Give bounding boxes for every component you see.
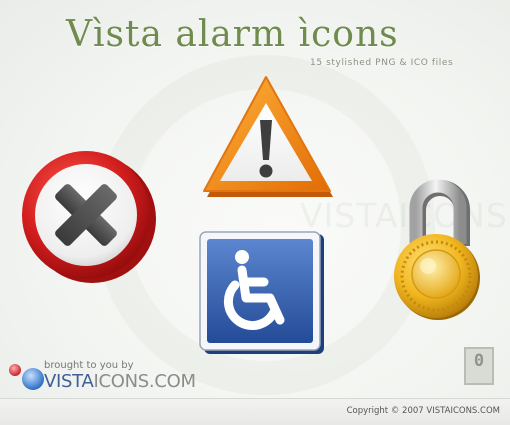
brand-part-icons: ICONS.COM [93, 371, 196, 392]
error-x-icon [22, 151, 156, 283]
accessibility-sign-icon [199, 231, 324, 354]
rating-stamp-icon: 0 [464, 347, 494, 385]
rating-stamp-digit: 0 [473, 351, 485, 371]
page-subtitle: 15 stylished PNG & ICO files [310, 58, 454, 68]
copyright-text: Copyright © 2007 VISTAICONS.COM [346, 406, 500, 416]
padlock-icon [394, 179, 480, 320]
brand-wordmark[interactable]: VISTAICONS.COM [44, 371, 196, 392]
warning-triangle-icon [203, 76, 333, 197]
brand-part-vista: VISTA [44, 371, 94, 392]
brought-by-text: brought to you by [44, 360, 134, 371]
page-title: Vìsta alarm ìcons [66, 14, 399, 55]
promo-canvas: VISTAICONS.COM Vìsta alarm ìcons 15 styl… [0, 0, 510, 425]
brand-logo-orbs [9, 364, 44, 390]
